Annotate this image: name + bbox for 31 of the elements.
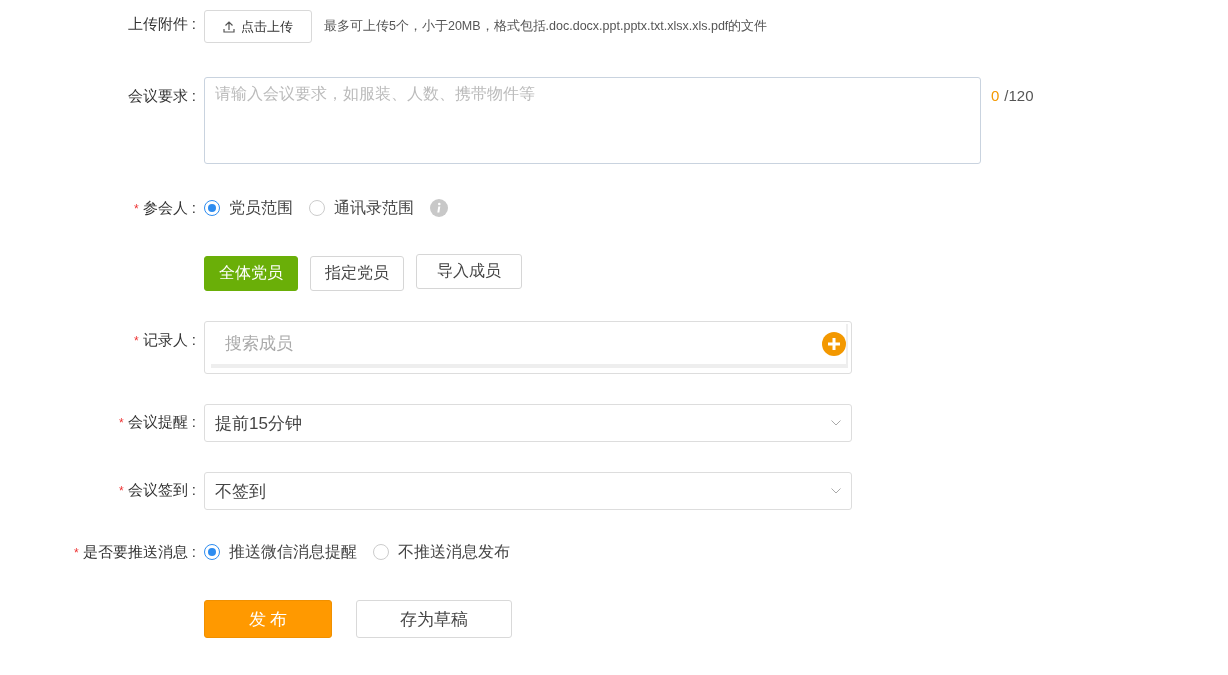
field-label: 会议签到 : (127, 480, 196, 500)
save-draft-button[interactable]: 存为草稿 (356, 600, 512, 638)
radio-option[interactable]: 党员范围 (204, 197, 293, 219)
character-counter: 0 /120 (991, 87, 1034, 104)
upload-button[interactable]: 点击上传 (204, 10, 312, 43)
member-button[interactable]: 导入成员 (416, 254, 522, 289)
chevron-down-icon (831, 420, 841, 426)
select-field[interactable]: 不签到 (204, 472, 852, 510)
required-mark: * (119, 415, 124, 432)
radio-option[interactable]: 通讯录范围 (309, 197, 414, 219)
field-label: 记录人 : (142, 330, 196, 350)
required-mark: * (74, 545, 79, 562)
field-label: 参会人 : (142, 198, 196, 218)
member-button[interactable]: 指定党员 (310, 256, 404, 291)
field-label: 是否要推送消息 : (82, 542, 196, 562)
field-label: 上传附件 : (127, 14, 196, 34)
select-field[interactable]: 提前15分钟 (204, 404, 852, 442)
upload-hint: 最多可上传5个，小于20MB，格式包括.doc.docx.ppt.pptx.txt.xlsx.xls.pdf的文件 (324, 18, 768, 35)
upload-icon (223, 20, 235, 33)
required-mark: * (119, 483, 124, 500)
field-label: 会议要求 : (127, 86, 196, 106)
chevron-down-icon (831, 488, 841, 494)
required-mark: * (134, 333, 139, 350)
field-label: 会议提醒 : (127, 412, 196, 432)
add-icon (822, 332, 846, 356)
radio-option[interactable]: 不推送消息发布 (373, 541, 510, 563)
search-input[interactable]: 搜索成员 (223, 333, 822, 355)
required-mark: * (134, 201, 139, 218)
radio-option[interactable]: 推送微信消息提醒 (204, 541, 357, 563)
requirements-field[interactable]: 请输入会议要求，如服装、人数、携带物件等 (204, 77, 981, 164)
search-field[interactable]: 搜索成员 (204, 321, 852, 374)
